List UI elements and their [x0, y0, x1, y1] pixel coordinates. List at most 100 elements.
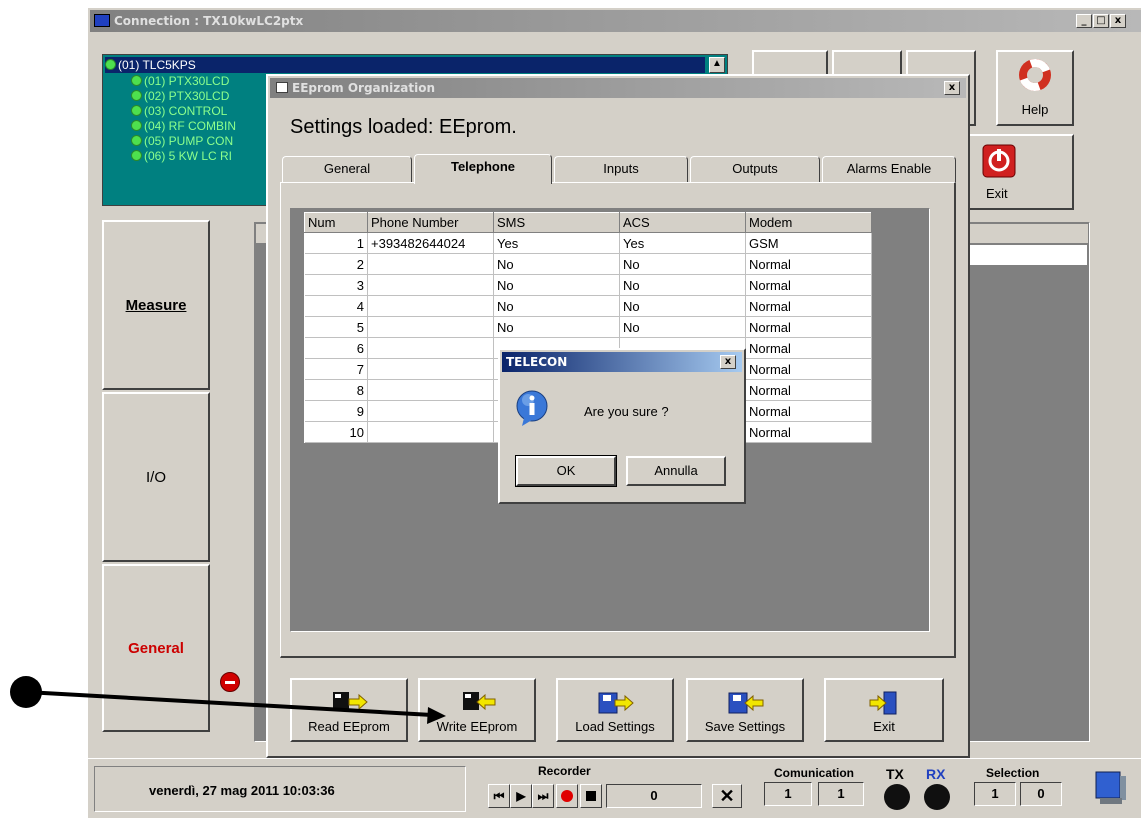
confirm-close-button[interactable]: x	[720, 355, 736, 369]
stop-icon	[586, 791, 596, 801]
status-ok-icon	[131, 90, 142, 101]
ok-label: OK	[556, 463, 576, 478]
settings-heading: Settings loaded: EEprom.	[290, 116, 517, 138]
eeprom-titlebar: EEprom Organization x	[270, 78, 966, 98]
app-icon	[94, 14, 110, 27]
tab-outputs[interactable]: Outputs	[690, 156, 820, 182]
no-entry-icon	[220, 672, 240, 692]
exit-main-label: Exit	[986, 186, 1008, 201]
rewind-button[interactable]: ⏮	[488, 784, 510, 808]
com-value-1: 1	[764, 782, 812, 806]
clear-button[interactable]: ✕	[712, 784, 742, 808]
save-settings-label: Save Settings	[704, 719, 786, 734]
tab-alarms-enable[interactable]: Alarms Enable	[822, 156, 956, 182]
nav-measure-label: Measure	[125, 296, 187, 314]
exit-door-icon	[869, 691, 897, 715]
help-button[interactable]: Help	[996, 50, 1074, 126]
cancel-button[interactable]: Annulla	[626, 456, 726, 486]
nav-io-label: I/O	[145, 468, 166, 486]
eeprom-exit-button[interactable]: Exit	[824, 678, 944, 742]
tree-item[interactable]: (02) PTX30LCD	[131, 89, 236, 104]
table-header: Num Phone Number SMS ACS Modem	[304, 212, 872, 233]
table-row[interactable]: 4 No No Normal	[304, 295, 872, 317]
load-settings-button[interactable]: Load Settings	[556, 678, 674, 742]
step-button[interactable]: ⏭	[532, 784, 554, 808]
datetime-text: venerdì, 27 mag 2011 10:03:36	[149, 783, 335, 798]
nav-measure-button[interactable]: Measure	[102, 220, 210, 390]
record-icon	[561, 790, 573, 802]
selection-value-2: 0	[1020, 782, 1062, 806]
datetime-panel: venerdì, 27 mag 2011 10:03:36	[94, 766, 466, 812]
table-row[interactable]: 1 +393482644024 Yes Yes GSM	[304, 232, 872, 254]
main-title: Connection : TX10kwLC2ptx	[114, 14, 304, 28]
nav-io-button[interactable]: I/O	[102, 392, 210, 562]
col-phone-number: Phone Number	[367, 212, 494, 233]
tree-item[interactable]: (01) PTX30LCD	[131, 74, 236, 89]
content-cell	[966, 244, 1088, 266]
table-row[interactable]: 3 No No Normal	[304, 274, 872, 296]
rx-indicator	[924, 784, 950, 810]
confirm-titlebar: TELECON x	[502, 352, 742, 372]
save-settings-button[interactable]: Save Settings	[686, 678, 804, 742]
col-acs: ACS	[619, 212, 746, 233]
tx-label: TX	[886, 766, 904, 782]
ok-button[interactable]: OK	[515, 455, 617, 487]
eeprom-close-button[interactable]: x	[944, 81, 960, 95]
tree-item[interactable]: (03) CONTROL	[131, 104, 236, 119]
load-settings-label: Load Settings	[575, 719, 655, 734]
col-num: Num	[304, 212, 368, 233]
stop-button[interactable]	[580, 784, 602, 808]
confirm-message: Are you sure ?	[584, 404, 669, 419]
record-button[interactable]	[556, 784, 578, 808]
exit-main-button[interactable]: Exit	[966, 134, 1074, 210]
read-eeprom-button[interactable]: Read EEprom	[290, 678, 408, 742]
read-eeprom-label: Read EEprom	[308, 719, 390, 734]
selection-value-1: 1	[974, 782, 1016, 806]
selection-label: Selection	[986, 766, 1040, 780]
help-label: Help	[1021, 102, 1049, 117]
tree-item[interactable]: (06) 5 KW LC RI	[131, 149, 236, 164]
col-sms: SMS	[493, 212, 620, 233]
tab-general[interactable]: General	[282, 156, 412, 182]
save-settings-icon	[728, 692, 764, 714]
write-eeprom-label: Write EEprom	[436, 719, 518, 734]
col-modem: Modem	[745, 212, 872, 233]
status-ok-icon	[131, 105, 142, 116]
nav-general-button[interactable]: General	[102, 564, 210, 732]
status-ok-icon	[131, 120, 142, 131]
tx-indicator	[884, 784, 910, 810]
main-titlebar: Connection : TX10kwLC2ptx _ □ x	[90, 10, 1141, 32]
window-icon	[276, 82, 288, 93]
close-button[interactable]: x	[1110, 14, 1126, 28]
power-exit-icon	[982, 144, 1016, 178]
tab-telephone[interactable]: Telephone	[414, 154, 552, 184]
cancel-label: Annulla	[654, 463, 698, 478]
comunication-label: Comunication	[774, 766, 854, 780]
load-settings-icon	[598, 692, 634, 714]
info-icon	[516, 390, 548, 426]
status-ok-icon	[131, 75, 142, 86]
tree-root-label: (01) TLC5KPS	[118, 58, 196, 72]
maximize-button[interactable]: □	[1093, 14, 1109, 28]
tree-root-row[interactable]: (01) TLC5KPS	[105, 57, 705, 73]
rx-label: RX	[926, 766, 946, 782]
nav-general-label: General	[128, 639, 184, 657]
minimize-button[interactable]: _	[1076, 14, 1092, 28]
table-row[interactable]: 2 No No Normal	[304, 253, 872, 275]
confirm-title: TELECON	[506, 355, 568, 369]
play-button[interactable]: ▶	[510, 784, 532, 808]
write-chip-icon	[463, 692, 496, 711]
tree-scroll-up[interactable]: ▲	[709, 57, 725, 73]
table-row[interactable]: 5 No No Normal	[304, 316, 872, 338]
tab-strip: General Telephone Inputs Outputs Alarms …	[280, 154, 956, 184]
recorder-label: Recorder	[538, 764, 591, 778]
tab-inputs[interactable]: Inputs	[554, 156, 688, 182]
tree-item[interactable]: (04) RF COMBIN	[131, 119, 236, 134]
tree-item[interactable]: (05) PUMP CON	[131, 134, 236, 149]
status-ok-icon	[131, 135, 142, 146]
status-ok-icon	[131, 150, 142, 161]
eeprom-title: EEprom Organization	[292, 81, 436, 95]
computer-icon	[1095, 771, 1126, 804]
lifebuoy-icon	[1019, 59, 1051, 91]
write-eeprom-button[interactable]: Write EEprom	[418, 678, 536, 742]
